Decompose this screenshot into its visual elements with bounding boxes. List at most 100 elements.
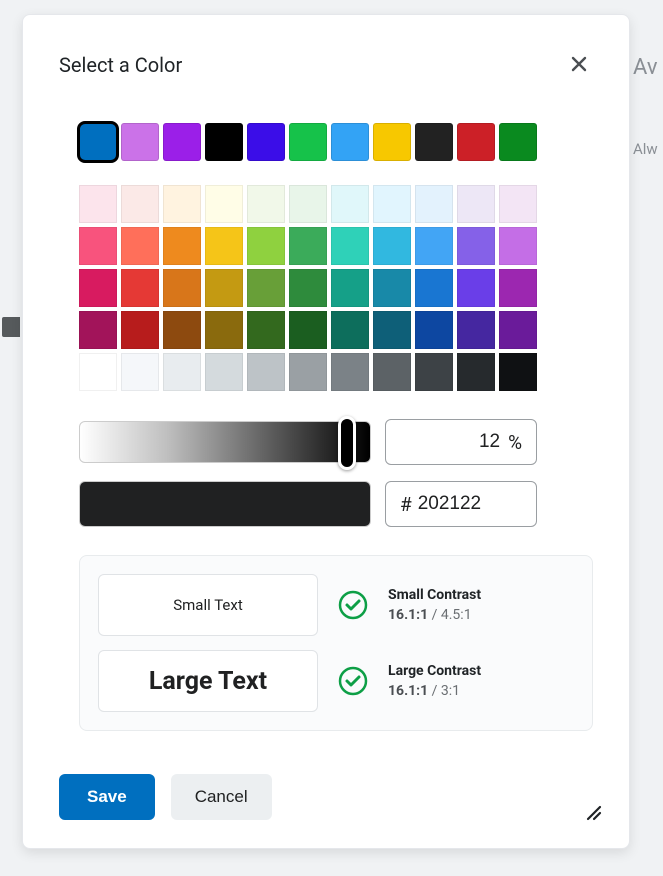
preset-swatch-indigo[interactable]	[247, 123, 285, 161]
grid-swatch[interactable]	[415, 311, 453, 349]
large-contrast-row: Large Text Large Contrast 16.1:1 / 3:1	[98, 650, 574, 712]
grid-swatch[interactable]	[163, 227, 201, 265]
grid-swatch[interactable]	[499, 227, 537, 265]
color-picker-modal: Select a Color % # Small Text	[22, 14, 630, 849]
grid-swatch[interactable]	[121, 227, 159, 265]
grid-swatch[interactable]	[163, 185, 201, 223]
grid-swatch[interactable]	[289, 311, 327, 349]
grid-swatch[interactable]	[79, 185, 117, 223]
brightness-input[interactable]	[440, 431, 500, 453]
grid-swatch[interactable]	[247, 269, 285, 307]
bg-left-icon	[2, 317, 20, 337]
preset-swatch-black[interactable]	[205, 123, 243, 161]
grid-swatch[interactable]	[289, 227, 327, 265]
grid-swatch[interactable]	[499, 311, 537, 349]
grid-swatch[interactable]	[331, 353, 369, 391]
close-button[interactable]	[565, 51, 593, 79]
color-preview	[79, 481, 371, 527]
preset-colors-row	[59, 123, 593, 161]
brightness-slider[interactable]	[79, 421, 371, 463]
grid-swatch[interactable]	[205, 269, 243, 307]
small-contrast-info: Small Contrast 16.1:1 / 4.5:1	[388, 587, 481, 623]
preset-swatch-yellow[interactable]	[373, 123, 411, 161]
grid-swatch[interactable]	[457, 311, 495, 349]
large-contrast-info: Large Contrast 16.1:1 / 3:1	[388, 663, 481, 699]
hash-sign: #	[400, 493, 412, 516]
grid-swatch[interactable]	[373, 353, 411, 391]
grid-swatch[interactable]	[163, 353, 201, 391]
modal-title: Select a Color	[59, 53, 182, 77]
grid-swatch[interactable]	[457, 269, 495, 307]
large-contrast-measured: 16.1:1	[388, 683, 428, 699]
preset-swatch-sky-blue[interactable]	[331, 123, 369, 161]
small-contrast-values: 16.1:1 / 4.5:1	[388, 607, 481, 623]
cancel-button[interactable]: Cancel	[171, 774, 272, 820]
grid-row	[79, 185, 593, 223]
grid-swatch[interactable]	[205, 311, 243, 349]
grid-swatch[interactable]	[79, 311, 117, 349]
color-grid	[59, 185, 593, 391]
grid-swatch[interactable]	[247, 353, 285, 391]
grid-swatch[interactable]	[499, 269, 537, 307]
preset-swatch-green[interactable]	[289, 123, 327, 161]
grid-swatch[interactable]	[121, 185, 159, 223]
small-contrast-threshold: 4.5:1	[441, 607, 472, 623]
small-contrast-title: Small Contrast	[388, 587, 481, 603]
brightness-input-wrap: %	[385, 419, 537, 465]
grid-swatch[interactable]	[331, 227, 369, 265]
color-preview-row: #	[59, 481, 593, 527]
hex-input[interactable]	[418, 493, 508, 515]
grid-swatch[interactable]	[289, 353, 327, 391]
grid-swatch[interactable]	[457, 227, 495, 265]
grid-swatch[interactable]	[415, 185, 453, 223]
large-contrast-values: 16.1:1 / 3:1	[388, 683, 481, 699]
grid-swatch[interactable]	[499, 185, 537, 223]
grid-swatch[interactable]	[331, 269, 369, 307]
modal-header: Select a Color	[59, 51, 593, 79]
preset-swatch-purple[interactable]	[163, 123, 201, 161]
grid-swatch[interactable]	[289, 269, 327, 307]
grid-swatch[interactable]	[121, 269, 159, 307]
contrast-sep: /	[432, 607, 441, 623]
large-text-sample: Large Text	[98, 650, 318, 712]
grid-swatch[interactable]	[415, 269, 453, 307]
save-button[interactable]: Save	[59, 774, 155, 820]
grid-swatch[interactable]	[331, 185, 369, 223]
grid-swatch[interactable]	[415, 227, 453, 265]
grid-swatch[interactable]	[205, 227, 243, 265]
preset-swatch-dark-green[interactable]	[499, 123, 537, 161]
small-text-sample: Small Text	[98, 574, 318, 636]
preset-swatch-blue[interactable]	[79, 123, 117, 161]
grid-swatch[interactable]	[373, 311, 411, 349]
grid-swatch[interactable]	[289, 185, 327, 223]
grid-swatch[interactable]	[373, 185, 411, 223]
grid-swatch[interactable]	[79, 353, 117, 391]
check-icon	[338, 666, 368, 696]
grid-swatch[interactable]	[121, 353, 159, 391]
check-icon	[338, 590, 368, 620]
grid-swatch[interactable]	[373, 269, 411, 307]
grid-swatch[interactable]	[247, 185, 285, 223]
grid-swatch[interactable]	[373, 227, 411, 265]
preset-swatch-dark-gray[interactable]	[415, 123, 453, 161]
grid-swatch[interactable]	[163, 269, 201, 307]
large-contrast-title: Large Contrast	[388, 663, 481, 679]
grid-swatch[interactable]	[499, 353, 537, 391]
grid-swatch[interactable]	[121, 311, 159, 349]
preset-swatch-red[interactable]	[457, 123, 495, 161]
grid-swatch[interactable]	[79, 227, 117, 265]
grid-swatch[interactable]	[457, 353, 495, 391]
preset-swatch-light-purple[interactable]	[121, 123, 159, 161]
grid-swatch[interactable]	[457, 185, 495, 223]
grid-swatch[interactable]	[205, 185, 243, 223]
grid-swatch[interactable]	[247, 227, 285, 265]
grid-swatch[interactable]	[415, 353, 453, 391]
grid-swatch[interactable]	[331, 311, 369, 349]
grid-swatch[interactable]	[205, 353, 243, 391]
resize-handle[interactable]	[583, 802, 603, 822]
grid-swatch[interactable]	[247, 311, 285, 349]
grid-swatch[interactable]	[79, 269, 117, 307]
small-contrast-row: Small Text Small Contrast 16.1:1 / 4.5:1	[98, 574, 574, 636]
grid-swatch[interactable]	[163, 311, 201, 349]
slider-thumb[interactable]	[338, 416, 356, 470]
